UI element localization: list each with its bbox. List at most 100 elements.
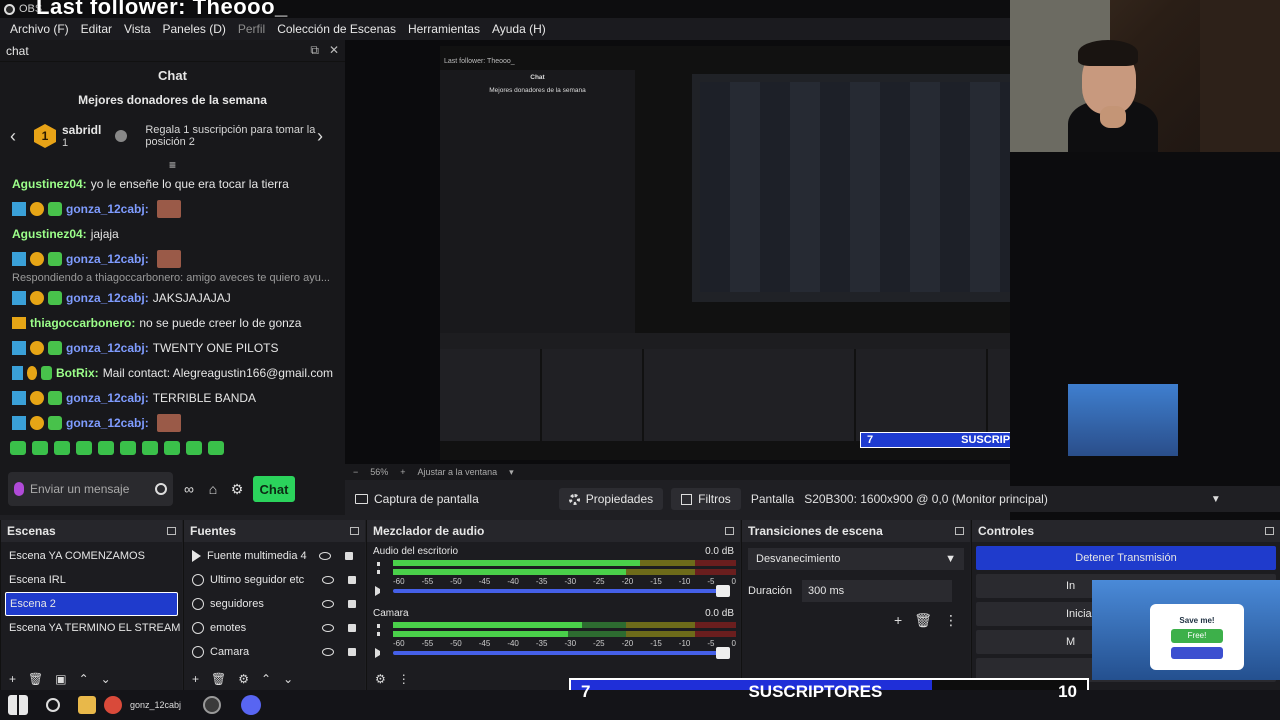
source-item[interactable]: emotes (184, 616, 365, 640)
popout-icon[interactable]: ⧉ (310, 43, 319, 58)
trash-icon[interactable]: 🗑 (914, 612, 932, 629)
gear-icon[interactable]: ⚙ (238, 672, 249, 686)
emote-icon[interactable] (186, 441, 202, 455)
lock-icon[interactable] (348, 600, 356, 608)
chrome-icon[interactable] (104, 696, 122, 714)
popout-icon[interactable] (725, 527, 734, 535)
emote-icon[interactable] (10, 441, 26, 455)
menu-item[interactable]: Vista (118, 22, 156, 36)
menu-item[interactable]: Paneles (D) (157, 22, 232, 36)
zoom-out-icon[interactable]: − (353, 467, 358, 477)
eye-icon[interactable] (322, 624, 334, 632)
chat-username[interactable]: BotRix: (56, 366, 99, 380)
up-icon[interactable]: ⌃ (261, 672, 271, 686)
more-icon[interactable] (377, 562, 380, 574)
scene-item[interactable]: Escena 2 (5, 592, 178, 616)
windows-start-icon[interactable] (8, 695, 28, 715)
filter-icon[interactable]: ▣ (55, 672, 66, 686)
emote-icon[interactable] (32, 441, 48, 455)
down-icon[interactable]: ⌄ (283, 672, 293, 686)
trash-icon[interactable]: 🗑 (28, 672, 43, 686)
chat-username[interactable]: gonza_12cabj: (66, 252, 149, 266)
menu-item[interactable]: Herramientas (402, 22, 486, 36)
close-icon[interactable]: ✕ (329, 43, 339, 58)
folder-icon[interactable] (78, 696, 96, 714)
chat-username[interactable]: thiagoccarbonero: (30, 316, 135, 330)
menu-item[interactable]: Editar (75, 22, 118, 36)
popout-icon[interactable] (167, 527, 176, 535)
chevron-left-icon[interactable]: ‹ (10, 126, 28, 147)
eye-icon[interactable] (322, 576, 334, 584)
add-icon[interactable]: + (9, 672, 16, 686)
chat-send-button[interactable]: Chat (253, 476, 295, 502)
display-select[interactable]: Pantalla S20B300: 1600x900 @ 0,0 (Monito… (751, 492, 1221, 506)
source-item[interactable]: Ultimo seguidor etc (184, 568, 365, 592)
lock-icon[interactable] (348, 624, 356, 632)
donor-name[interactable]: sabridl (62, 123, 101, 137)
chat-username[interactable]: Agustinez04: (12, 227, 87, 241)
obs-taskbar-icon[interactable] (203, 696, 222, 714)
emote-icon[interactable] (98, 441, 114, 455)
infinity-icon[interactable]: ∞ (181, 482, 197, 496)
chat-username[interactable]: gonza_12cabj: (66, 341, 149, 355)
duration-input[interactable]: 300 ms (802, 580, 953, 602)
speaker-icon[interactable] (375, 586, 385, 596)
source-item[interactable]: Camara (184, 640, 365, 664)
menu-item[interactable]: Ayuda (H) (486, 22, 552, 36)
popout-icon[interactable] (1265, 527, 1274, 535)
menu-item[interactable]: Archivo (F) (4, 22, 75, 36)
eye-icon[interactable] (319, 552, 331, 560)
scene-item[interactable]: Escena YA TERMINO EL STREAM (1, 616, 182, 640)
down-icon[interactable]: ⌄ (101, 672, 111, 686)
chevron-down-icon[interactable]: ▾ (509, 467, 514, 478)
chat-username[interactable]: gonza_12cabj: (66, 202, 149, 216)
chat-username[interactable]: Agustinez04: (12, 177, 87, 191)
add-icon[interactable]: + (192, 672, 199, 686)
gear-icon[interactable]: ⚙ (375, 672, 386, 686)
chat-message-input[interactable]: Enviar un mensaje (8, 472, 173, 506)
properties-button[interactable]: Propiedades (558, 488, 664, 510)
emoji-icon[interactable] (155, 483, 167, 495)
filters-button[interactable]: Filtros (671, 488, 741, 510)
emote-icon[interactable] (164, 441, 180, 455)
zoom-in-icon[interactable]: + (400, 467, 405, 477)
emote-icon[interactable] (208, 441, 224, 455)
popout-icon[interactable] (350, 527, 359, 535)
more-icon[interactable] (377, 624, 380, 636)
eye-icon[interactable] (322, 600, 334, 608)
source-item[interactable]: seguidores (184, 592, 365, 616)
chat-username[interactable]: gonza_12cabj: (66, 416, 149, 430)
menu-item[interactable]: Colección de Escenas (271, 22, 402, 36)
fit-window-label[interactable]: Ajustar a la ventana (418, 467, 498, 477)
add-icon[interactable]: + (894, 612, 902, 629)
chat-username[interactable]: gonza_12cabj: (66, 391, 149, 405)
taskbar-app-label[interactable]: gonz_12cabj (130, 700, 181, 710)
more-icon[interactable]: ⋮ (944, 612, 958, 629)
emote-icon[interactable] (76, 441, 92, 455)
store-icon[interactable]: ⌂ (205, 482, 221, 496)
lock-icon[interactable] (348, 648, 356, 656)
lock-icon[interactable] (345, 552, 353, 560)
search-icon[interactable] (46, 698, 60, 712)
popout-icon[interactable] (955, 527, 964, 535)
emote-icon[interactable] (120, 441, 136, 455)
speaker-icon[interactable] (375, 648, 385, 658)
chat-username[interactable]: gonza_12cabj: (66, 291, 149, 305)
volume-slider[interactable] (393, 585, 730, 597)
gear-icon[interactable]: ⚙ (229, 482, 245, 496)
menu-item[interactable]: Perfil (232, 22, 271, 36)
emote-icon[interactable] (54, 441, 70, 455)
more-icon[interactable]: ⋮ (398, 672, 410, 686)
eye-icon[interactable] (322, 648, 334, 656)
source-item[interactable]: Fuente multimedia 4 (184, 544, 365, 568)
transition-select[interactable]: Desvanecimiento ▼ (748, 548, 964, 570)
discord-icon[interactable] (241, 695, 262, 715)
chevron-right-icon[interactable]: › (317, 126, 335, 147)
trash-icon[interactable]: 🗑 (211, 672, 226, 686)
pinned-collapse-icon[interactable]: ≡ (0, 159, 345, 171)
chevron-down-icon[interactable]: ▼ (1211, 494, 1221, 505)
stop-stream-button[interactable]: Detener Transmisión (976, 546, 1276, 570)
preview-canvas[interactable]: Last follower: Theooo_ Chat Mejores dona… (345, 40, 1155, 464)
up-icon[interactable]: ⌃ (79, 672, 89, 686)
scene-item[interactable]: Escena YA COMENZAMOS (1, 544, 182, 568)
